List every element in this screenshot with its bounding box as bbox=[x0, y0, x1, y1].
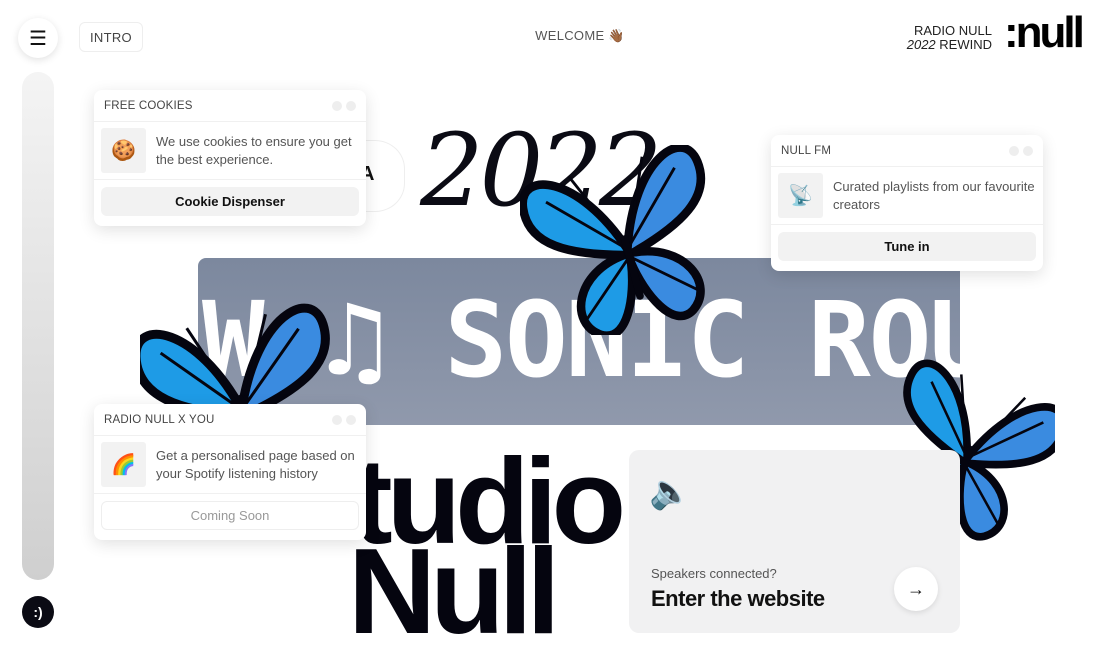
coming-soon-button[interactable]: Coming Soon bbox=[101, 501, 359, 530]
rainbow-icon: 🌈 bbox=[101, 442, 146, 487]
cookie-icon: 🍪 bbox=[101, 128, 146, 173]
window-dots bbox=[332, 414, 356, 425]
butterfly-icon bbox=[520, 145, 730, 335]
intro-button[interactable]: INTRO bbox=[79, 22, 143, 52]
card-title: NULL FM bbox=[781, 144, 832, 157]
hero-title-line2: Null bbox=[348, 523, 560, 659]
scroll-track[interactable] bbox=[22, 72, 54, 580]
card-text: We use cookies to ensure you get the bes… bbox=[156, 133, 352, 167]
enter-website-title: Enter the website bbox=[651, 586, 825, 611]
card-title: RADIO NULL X YOU bbox=[104, 413, 215, 426]
speaker-icon: 🔈 bbox=[649, 473, 692, 511]
brand-year: 2022 bbox=[906, 37, 936, 52]
speakers-question: Speakers connected? bbox=[651, 566, 777, 581]
window-dots bbox=[1009, 145, 1033, 156]
hamburger-icon: ☰ bbox=[29, 27, 47, 50]
cookie-dispenser-button[interactable]: Cookie Dispenser bbox=[101, 187, 359, 216]
window-dots bbox=[332, 100, 356, 111]
cookies-card: FREE COOKIES 🍪 We use cookies to ensure y… bbox=[94, 90, 366, 226]
brand-line1: RADIO NULL bbox=[913, 23, 992, 38]
card-text: Get a personalised page based on your Sp… bbox=[156, 447, 355, 481]
brand-rewind: REWIND bbox=[939, 37, 992, 52]
card-text: Curated playlists from our favourite cre… bbox=[833, 178, 1035, 212]
welcome-label: WELCOME 👋🏾 bbox=[535, 28, 625, 43]
radio-null-x-you-card: RADIO NULL X YOU 🌈 Get a personalised pag… bbox=[94, 404, 366, 540]
menu-button[interactable]: ☰ bbox=[18, 18, 58, 58]
brand-text: RADIO NULL 2022 REWIND bbox=[907, 24, 992, 52]
tune-in-button[interactable]: Tune in bbox=[778, 232, 1036, 261]
arrow-right-icon[interactable]: → bbox=[894, 567, 938, 611]
enter-website-card[interactable]: 🔈 Speakers connected? Enter the website … bbox=[629, 450, 960, 633]
satellite-dish-icon: 📡 bbox=[778, 173, 823, 218]
null-fm-card: NULL FM 📡 Curated playlists from our favo… bbox=[771, 135, 1043, 271]
card-title: FREE COOKIES bbox=[104, 99, 193, 112]
null-logo[interactable]: :null bbox=[1004, 8, 1085, 58]
smiley-button[interactable]: :) bbox=[22, 596, 54, 628]
